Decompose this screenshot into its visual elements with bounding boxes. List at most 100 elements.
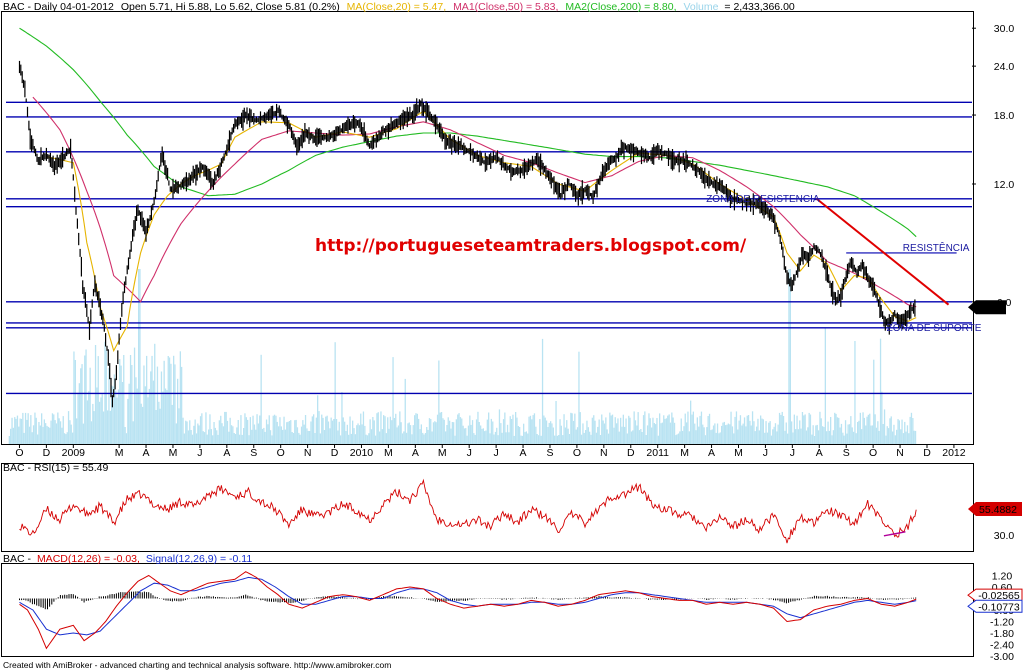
volume-bar <box>595 432 598 444</box>
volume-bar <box>216 430 218 444</box>
volume-bar <box>644 411 646 444</box>
volume-bar <box>787 433 789 444</box>
volume-bar <box>88 391 90 444</box>
volume-bar <box>275 415 277 444</box>
volume-bar <box>638 430 641 444</box>
volume-bar <box>610 415 612 444</box>
volume-bar <box>185 420 187 444</box>
volume-bar <box>454 435 456 444</box>
volume-bar <box>529 415 532 444</box>
volume-bar <box>234 434 237 444</box>
volume-bar <box>426 427 428 444</box>
volume-bar <box>326 415 328 444</box>
volume-bar <box>642 415 645 444</box>
volume-bar <box>164 388 167 444</box>
volume-bar <box>896 429 898 444</box>
volume-bar <box>531 419 533 444</box>
volume-bar <box>580 434 583 444</box>
volume-bar <box>822 426 824 444</box>
volume-bar <box>676 434 678 444</box>
volume-bar <box>807 427 809 444</box>
volume-bar <box>116 397 118 444</box>
volume-bar <box>362 411 365 444</box>
volume-bar <box>248 435 250 444</box>
volume-bar <box>183 433 185 444</box>
x-tick-label: D <box>331 447 339 459</box>
x-tick-label: J <box>197 447 202 459</box>
volume-bar <box>92 403 94 444</box>
volume-bar <box>616 423 618 444</box>
volume-bar <box>457 414 459 444</box>
volume-bar <box>570 412 572 444</box>
volume-bar <box>494 431 497 444</box>
volume-bar <box>217 434 219 444</box>
volume-bar <box>337 430 339 444</box>
volume-bar <box>702 424 704 444</box>
volume-bar <box>125 433 128 444</box>
volume-bar <box>597 426 599 444</box>
volume-bar <box>686 422 688 444</box>
volume-bar <box>129 355 132 444</box>
volume-bar <box>380 411 382 444</box>
volume-bar <box>897 419 899 444</box>
volume-bar <box>26 419 28 444</box>
volume-bar <box>632 430 634 444</box>
volume-bar <box>906 425 909 444</box>
volume-bar <box>229 417 231 444</box>
volume-bar <box>463 428 466 444</box>
volume-bar <box>356 425 358 444</box>
volume-bar <box>265 419 268 444</box>
volume-bar <box>657 435 659 444</box>
volume-bar <box>41 413 43 444</box>
volume-bar <box>236 427 238 444</box>
volume-bar <box>127 398 129 444</box>
title-ma200: MA2(Close,200) = 8.80, <box>565 1 676 13</box>
volume-bar <box>817 430 820 444</box>
volume-bar <box>725 425 727 444</box>
volume-bar <box>78 383 80 444</box>
volume-bar <box>309 431 311 444</box>
volume-bar <box>544 417 546 444</box>
volume-bar <box>255 429 257 444</box>
volume-bar <box>115 390 117 444</box>
volume-bar <box>138 269 140 444</box>
volume-bar <box>679 431 681 444</box>
volume-bar <box>313 414 315 444</box>
volume-bar <box>381 429 383 444</box>
volume-bar <box>836 417 839 444</box>
volume-bar <box>901 419 903 444</box>
volume-bar <box>174 364 176 444</box>
volume-bar <box>384 416 386 444</box>
volume-bar <box>735 411 738 444</box>
volume-bar <box>808 412 810 444</box>
price-ytick-label: 24.0 <box>994 61 1015 73</box>
volume-bar <box>291 432 293 444</box>
volume-bar <box>317 395 319 444</box>
volume-bar <box>105 349 107 444</box>
volume-bar <box>912 418 914 444</box>
volume-bar <box>321 414 323 444</box>
volume-bar <box>201 413 203 444</box>
volume-bar <box>484 431 486 444</box>
x-tick-label: D <box>43 447 51 459</box>
volume-bar <box>43 419 45 444</box>
volume-bar <box>691 414 693 444</box>
volume-bar <box>749 420 751 444</box>
volume-bar <box>354 434 356 444</box>
volume-bar <box>587 427 589 444</box>
blog-url: http://portugueseteamtraders.blogspot.co… <box>315 236 747 256</box>
volume-bar <box>773 426 775 444</box>
volume-bar <box>57 412 59 444</box>
title-symbol: BAC - Daily 04-01-2012 <box>3 1 114 13</box>
volume-bar <box>412 425 414 444</box>
volume-bar <box>804 414 806 444</box>
volume-bar <box>84 355 86 444</box>
volume-bar <box>322 417 324 444</box>
price-panel-title: BAC - Daily 04-01-2012 Open 5.71, Hi 5.8… <box>3 1 795 13</box>
volume-bar <box>795 429 797 444</box>
volume-bar <box>232 426 234 444</box>
volume-bar <box>197 423 199 444</box>
volume-bar <box>148 388 150 444</box>
volume-bar <box>397 425 400 444</box>
volume-bar <box>781 411 783 444</box>
